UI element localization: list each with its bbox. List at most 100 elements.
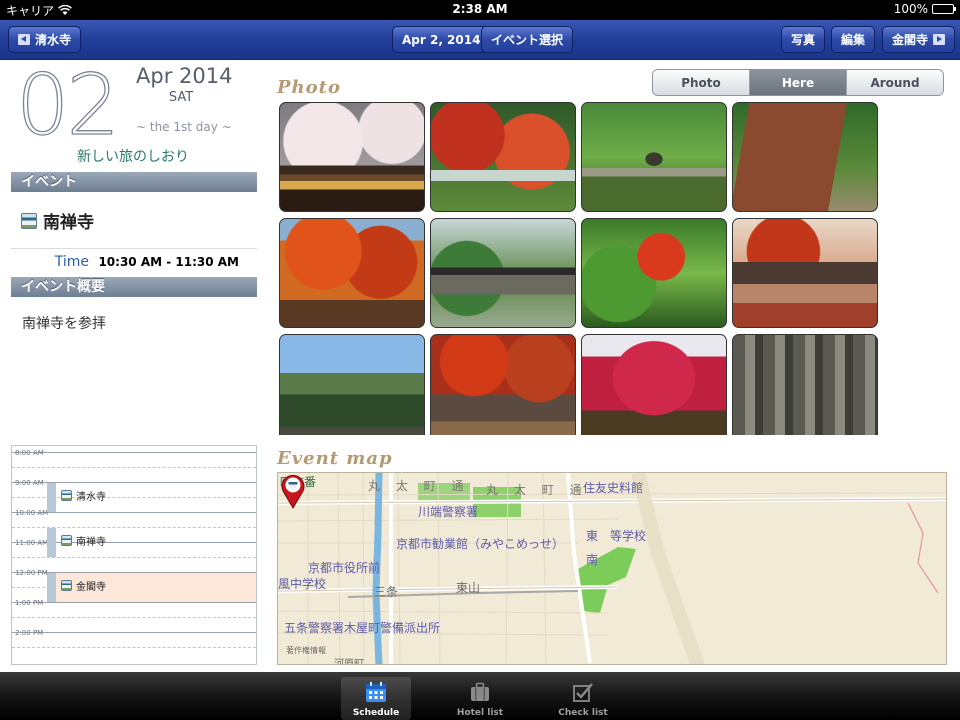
event-section-header: イベント	[11, 172, 257, 192]
tab-hotel-list[interactable]: Hotel list	[445, 677, 515, 720]
photo-thumbnail-temple-roof-garden[interactable]	[430, 218, 576, 328]
map-label-chugakko: 風中学校	[278, 577, 327, 591]
tab-schedule[interactable]: Schedule	[341, 677, 411, 720]
suitcase-icon	[471, 682, 489, 701]
timeline-event-bar	[47, 528, 56, 557]
map-label-marutamachi-west: 丸 太 町 通	[368, 479, 470, 493]
temple-icon	[61, 580, 72, 591]
photo-thumbnail-autumn-crowd-path[interactable]	[430, 334, 576, 435]
segment-here[interactable]: Here	[750, 70, 847, 95]
battery-icon	[932, 4, 956, 14]
timeline-hour-line	[12, 632, 256, 633]
photo-thumbnail-orange-maple-tree[interactable]	[279, 218, 425, 328]
back-button-label: 清水寺	[35, 33, 72, 47]
trip-day-count: ~ the 1st day ~	[136, 120, 232, 134]
photo-thumbnail-green-maple-path[interactable]	[581, 102, 727, 212]
photo-thumbnail-red-maple-temple-roof[interactable]	[732, 218, 878, 328]
photo-thumbnail-stone-lanterns[interactable]	[732, 334, 878, 435]
timeline-half-hour-line	[12, 617, 256, 618]
photo-thumbnail-red-maple-bridge[interactable]	[430, 102, 576, 212]
photo-grid[interactable]	[279, 102, 879, 435]
summary-section-header: イベント概要	[11, 277, 257, 297]
temple-icon	[21, 212, 37, 229]
edit-button[interactable]: 編集	[831, 26, 876, 53]
map-credits-link[interactable]: 著作権情報	[286, 645, 326, 656]
timeline-half-hour-line	[12, 467, 256, 468]
status-clock: 2:38 AM	[452, 2, 508, 16]
map-label-sumitomo: 住友史料館	[583, 481, 644, 495]
photo-button[interactable]: 写真	[781, 26, 826, 53]
map-label-kawaramachi: 河原町	[334, 659, 364, 665]
timeline-half-hour-line	[12, 647, 256, 648]
map-label-miyako-messe: 京都市勧業館（みやこめっせ）	[396, 537, 565, 551]
timeline-event[interactable]: 清水寺	[47, 483, 256, 512]
timeline-hour-label: 10:00 AM	[15, 509, 49, 517]
trip-name: 新しい旅のしおり	[77, 149, 189, 165]
timeline-event-label-group: 金閣寺	[61, 578, 106, 593]
checkbox-icon	[573, 683, 593, 702]
time-label: Time	[54, 254, 89, 270]
timeline-hour-line	[12, 512, 256, 513]
timeline-hour-label: 2:00 PM	[15, 629, 44, 637]
timeline-event-label: 南禅寺	[76, 537, 106, 548]
timeline-hour-line	[12, 602, 256, 603]
map-label-sanjo: 三条	[374, 585, 399, 599]
back-button[interactable]: 清水寺	[8, 26, 82, 53]
map-label-marutamachi-east: 丸 太 町 通	[486, 483, 588, 497]
map-label-gojo-police: 五条警察署木屋町警備派出所	[284, 621, 441, 635]
photo-thumbnail-mountain-view[interactable]	[279, 334, 425, 435]
event-divider	[11, 248, 257, 249]
battery-percent: 100%	[893, 2, 928, 16]
timeline-hour-line	[12, 452, 256, 453]
timeline-hour-label: 8:00 AM	[15, 449, 44, 457]
day-number: 02	[15, 55, 120, 154]
map-label-kawabata-police: 川端警察署	[418, 505, 479, 519]
time-value: 10:30 AM - 11:30 AM	[98, 255, 239, 269]
timeline-event-bar	[47, 483, 56, 512]
timeline-event-label: 清水寺	[76, 492, 106, 503]
tab-label: Hotel list	[456, 708, 504, 718]
next-button-label: 金閣寺	[892, 33, 929, 47]
timeline-event[interactable]: 南禅寺	[47, 528, 256, 557]
battery-group: 100%	[893, 2, 956, 16]
map-label-higashiyama: 東山	[456, 581, 481, 595]
segment-photo[interactable]: Photo	[653, 70, 750, 95]
month-year: Apr 2014	[136, 64, 233, 88]
map-section-title: Event map	[277, 448, 393, 469]
photo-thumbnail-brick-aqueduct[interactable]	[732, 102, 878, 212]
map-label-city-hall: 京都市役所前	[308, 561, 381, 575]
temple-icon	[61, 535, 72, 546]
tab-icon-wrapper	[469, 681, 491, 703]
timeline-hour-label: 12:00 PM	[15, 569, 48, 577]
event-select-button[interactable]: イベント選択	[481, 26, 574, 53]
forward-arrow-icon	[933, 34, 946, 45]
photo-thumbnail-red-maple-canopy[interactable]	[581, 334, 727, 435]
tab-label: Schedule	[352, 708, 400, 718]
map-label-nan: 南	[586, 553, 599, 567]
tab-label: Check list	[558, 708, 608, 718]
map-pin-icon[interactable]	[278, 473, 308, 509]
event-title-row: 南禅寺	[21, 208, 94, 233]
event-time-row: Time 10:30 AM - 11:30 AM	[11, 254, 257, 270]
tab-check-list[interactable]: Check list	[548, 677, 618, 720]
day-timeline[interactable]: 8:00 AM 9:00 AM 10:00 AM 11:00 AM 12:00 PM 1:…	[11, 445, 257, 665]
tab-icon-wrapper	[365, 681, 387, 703]
photo-filter-segmented-control: Photo Here Around	[652, 69, 944, 96]
date-button[interactable]: Apr 2, 2014	[392, 26, 491, 53]
photo-thumbnail-green-red-maples[interactable]	[581, 218, 727, 328]
status-bar: キャリア 2:38 AM 100%	[0, 0, 960, 20]
back-arrow-icon	[18, 34, 30, 45]
timeline-event-label-group: 南禅寺	[61, 533, 106, 548]
navigation-bar: 清水寺 Apr 2, 2014 イベント選択 写真 編集 金閣寺	[0, 20, 960, 60]
timeline-hour-label: 11:00 AM	[15, 539, 49, 547]
calendar-icon	[366, 682, 386, 702]
tab-icon-wrapper	[572, 681, 594, 703]
segment-around[interactable]: Around	[847, 70, 943, 95]
timeline-event[interactable]: 金閣寺	[47, 573, 256, 602]
next-button[interactable]: 金閣寺	[882, 26, 956, 53]
event-summary: 南禅寺を参拝	[22, 316, 106, 332]
event-map[interactable]: 町文番 丸 太 町 通 丸 太 町 通 住友史料館 川端警察署 京都市勧業館（み…	[277, 472, 947, 665]
timeline-event-bar	[47, 573, 56, 602]
timeline-hour-label: 9:00 AM	[15, 479, 44, 487]
photo-thumbnail-cherry-blossom-temple-gate[interactable]	[279, 102, 425, 212]
